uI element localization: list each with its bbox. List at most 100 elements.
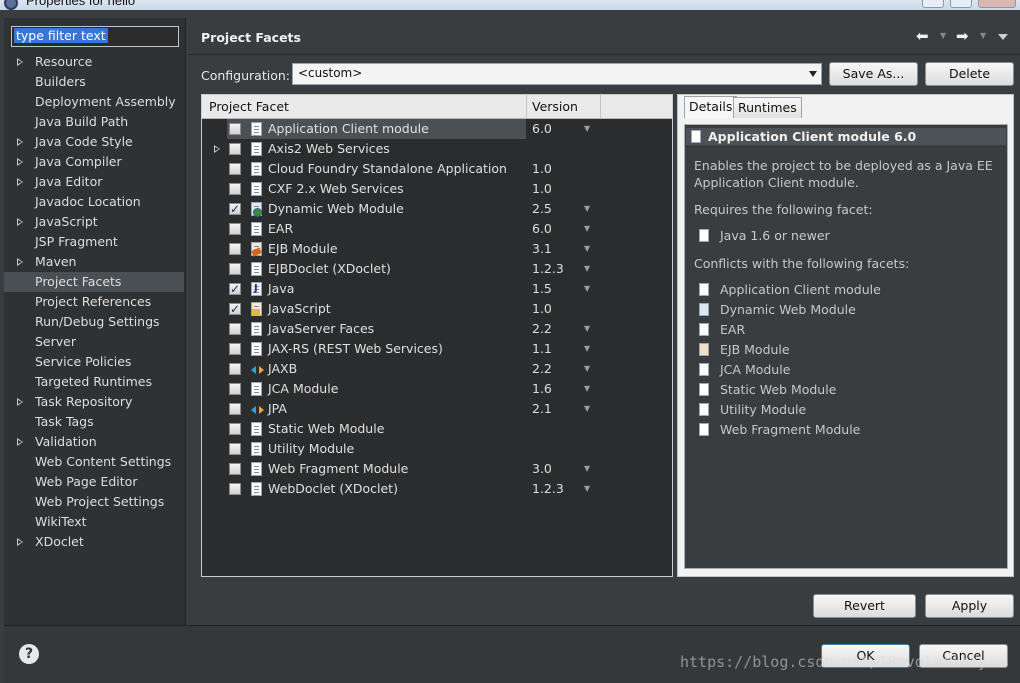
tree-item-web-content-settings[interactable]: Web Content Settings bbox=[4, 452, 184, 472]
facet-version[interactable]: 1.0 bbox=[532, 159, 552, 179]
version-dropdown-icon[interactable]: ▼ bbox=[584, 379, 590, 399]
facet-row[interactable]: JAX-RS (REST Web Services) 1.1 ▼ bbox=[202, 339, 672, 359]
tree-item-targeted-runtimes[interactable]: Targeted Runtimes bbox=[4, 372, 184, 392]
tree-item-maven[interactable]: Maven bbox=[4, 252, 184, 272]
tree-item-java-compiler[interactable]: Java Compiler bbox=[4, 152, 184, 172]
facet-checkbox[interactable] bbox=[229, 223, 241, 235]
facet-row[interactable]: EJB Module 3.1 ▼ bbox=[202, 239, 672, 259]
facet-checkbox[interactable] bbox=[229, 299, 241, 319]
facet-checkbox[interactable] bbox=[229, 279, 241, 299]
facet-row[interactable]: JCA Module 1.6 ▼ bbox=[202, 379, 672, 399]
version-dropdown-icon[interactable]: ▼ bbox=[584, 259, 590, 279]
close-button[interactable] bbox=[978, 0, 1016, 8]
version-dropdown-icon[interactable]: ▼ bbox=[584, 479, 590, 499]
facet-version[interactable]: 1.2.3 bbox=[532, 479, 564, 499]
facet-checkbox[interactable] bbox=[229, 383, 241, 395]
facet-checkbox[interactable] bbox=[229, 443, 241, 455]
facet-row[interactable]: Application Client module 6.0 ▼ bbox=[202, 119, 672, 139]
facet-row[interactable]: Cloud Foundry Standalone Application 1.0 bbox=[202, 159, 672, 179]
facet-row[interactable]: Static Web Module bbox=[202, 419, 672, 439]
facet-checkbox[interactable] bbox=[229, 323, 241, 335]
facet-version[interactable]: 1.1 bbox=[532, 339, 552, 359]
facet-row[interactable]: WebDoclet (XDoclet) 1.2.3 ▼ bbox=[202, 479, 672, 499]
forward-history-dropdown-icon[interactable]: ▼ bbox=[980, 31, 986, 40]
delete-button[interactable]: Delete bbox=[925, 62, 1014, 86]
facet-checkbox[interactable] bbox=[229, 463, 241, 475]
facet-version[interactable]: 2.2 bbox=[532, 359, 552, 379]
tree-item-project-references[interactable]: Project References bbox=[4, 292, 184, 312]
facet-row[interactable]: Axis2 Web Services bbox=[202, 139, 672, 159]
version-dropdown-icon[interactable]: ▼ bbox=[584, 319, 590, 339]
tree-item-java-code-style[interactable]: Java Code Style bbox=[4, 132, 184, 152]
facet-version[interactable]: 1.6 bbox=[532, 379, 552, 399]
tree-item-xdoclet[interactable]: XDoclet bbox=[4, 532, 184, 552]
facet-version[interactable]: 2.2 bbox=[532, 319, 552, 339]
tree-item-project-facets[interactable]: Project Facets bbox=[4, 272, 184, 292]
facet-row[interactable]: EJBDoclet (XDoclet) 1.2.3 ▼ bbox=[202, 259, 672, 279]
tree-item-run-debug-settings[interactable]: Run/Debug Settings bbox=[4, 312, 184, 332]
facet-version[interactable]: 1.0 bbox=[532, 179, 552, 199]
back-history-dropdown-icon[interactable]: ▼ bbox=[940, 31, 946, 40]
facet-version[interactable]: 1.0 bbox=[532, 299, 552, 319]
tree-item-javascript[interactable]: JavaScript bbox=[4, 212, 184, 232]
facet-checkbox[interactable] bbox=[229, 243, 241, 255]
facet-checkbox[interactable] bbox=[229, 263, 241, 275]
facet-row[interactable]: JPA 2.1 ▼ bbox=[202, 399, 672, 419]
tab-runtimes[interactable]: Runtimes bbox=[733, 97, 802, 118]
ok-button[interactable]: OK bbox=[821, 644, 910, 668]
cancel-button[interactable]: Cancel bbox=[919, 644, 1008, 668]
view-menu-icon[interactable] bbox=[998, 34, 1008, 40]
facet-version[interactable]: 2.1 bbox=[532, 399, 552, 419]
expand-twisty-icon[interactable] bbox=[17, 398, 23, 406]
version-dropdown-icon[interactable]: ▼ bbox=[584, 359, 590, 379]
tree-item-javadoc-location[interactable]: Javadoc Location bbox=[4, 192, 184, 212]
facet-checkbox[interactable] bbox=[229, 163, 241, 175]
expand-twisty-icon[interactable] bbox=[17, 138, 23, 146]
facet-version[interactable]: 3.0 bbox=[532, 459, 552, 479]
facet-checkbox[interactable] bbox=[229, 423, 241, 435]
help-icon[interactable]: ? bbox=[19, 644, 39, 664]
facet-row[interactable]: Utility Module bbox=[202, 439, 672, 459]
minimize-button[interactable] bbox=[922, 0, 944, 8]
version-dropdown-icon[interactable]: ▼ bbox=[584, 199, 590, 219]
version-dropdown-icon[interactable]: ▼ bbox=[584, 399, 590, 419]
tree-item-task-tags[interactable]: Task Tags bbox=[4, 412, 184, 432]
save-as-button[interactable]: Save As... bbox=[829, 62, 918, 86]
apply-button[interactable]: Apply bbox=[925, 594, 1014, 618]
expand-twisty-icon[interactable] bbox=[17, 58, 23, 66]
facet-checkbox[interactable] bbox=[229, 199, 241, 219]
tree-item-java-build-path[interactable]: Java Build Path bbox=[4, 112, 184, 132]
column-header-version[interactable]: Version bbox=[532, 99, 578, 114]
tree-item-builders[interactable]: Builders bbox=[4, 72, 184, 92]
expand-twisty-icon[interactable] bbox=[214, 145, 220, 153]
tree-item-resource[interactable]: Resource bbox=[4, 52, 184, 72]
facet-checkbox[interactable] bbox=[229, 483, 241, 495]
facet-checkbox[interactable] bbox=[229, 123, 241, 135]
expand-twisty-icon[interactable] bbox=[17, 258, 23, 266]
facet-version[interactable]: 2.5 bbox=[532, 199, 552, 219]
facet-version[interactable]: 6.0 bbox=[532, 219, 552, 239]
expand-twisty-icon[interactable] bbox=[17, 158, 23, 166]
tree-item-server[interactable]: Server bbox=[4, 332, 184, 352]
facet-version[interactable]: 6.0 bbox=[532, 119, 552, 139]
version-dropdown-icon[interactable]: ▼ bbox=[584, 119, 590, 139]
version-dropdown-icon[interactable]: ▼ bbox=[584, 459, 590, 479]
version-dropdown-icon[interactable]: ▼ bbox=[584, 339, 590, 359]
expand-twisty-icon[interactable] bbox=[17, 438, 23, 446]
maximize-button[interactable] bbox=[950, 0, 972, 8]
facet-row[interactable]: Dynamic Web Module 2.5 ▼ bbox=[202, 199, 672, 219]
expand-twisty-icon[interactable] bbox=[17, 178, 23, 186]
expand-twisty-icon[interactable] bbox=[17, 218, 23, 226]
facet-row[interactable]: Java 1.5 ▼ bbox=[202, 279, 672, 299]
tree-item-task-repository[interactable]: Task Repository bbox=[4, 392, 184, 412]
tree-item-validation[interactable]: Validation bbox=[4, 432, 184, 452]
facet-checkbox[interactable] bbox=[229, 403, 241, 415]
facet-version[interactable]: 1.5 bbox=[532, 279, 552, 299]
version-dropdown-icon[interactable]: ▼ bbox=[584, 279, 590, 299]
tree-item-web-page-editor[interactable]: Web Page Editor bbox=[4, 472, 184, 492]
filter-text[interactable]: type filter text bbox=[14, 28, 108, 43]
tree-item-web-project-settings[interactable]: Web Project Settings bbox=[4, 492, 184, 512]
facet-checkbox[interactable] bbox=[229, 343, 241, 355]
facet-checkbox[interactable] bbox=[229, 183, 241, 195]
tree-item-java-editor[interactable]: Java Editor bbox=[4, 172, 184, 192]
